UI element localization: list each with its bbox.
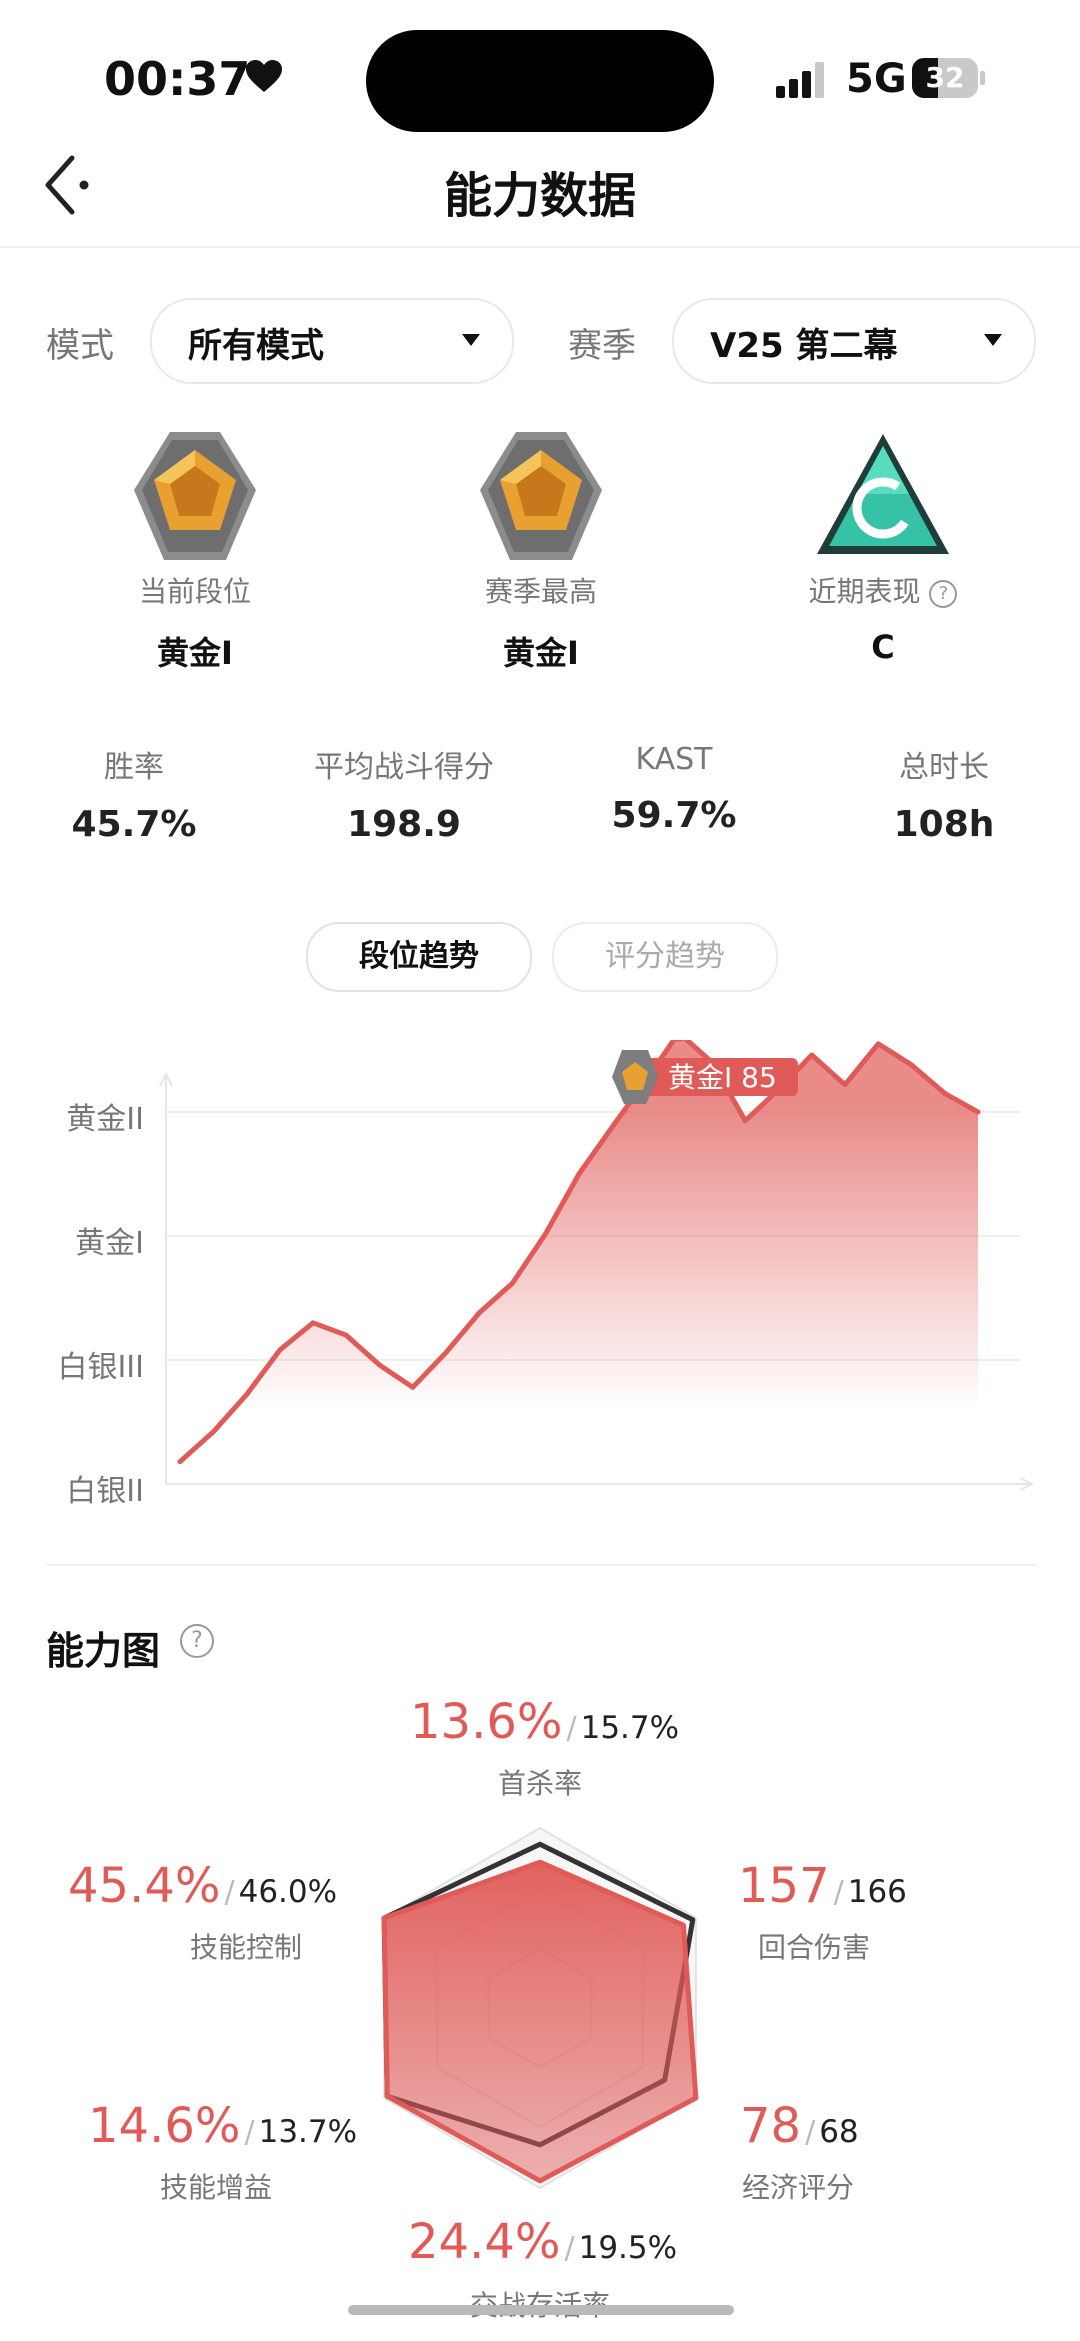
ability-radar-chart: [381, 1826, 699, 2190]
status-time: 00:37: [104, 52, 251, 106]
ability-utility-gain: 14.6%/13.7%: [88, 2098, 358, 2154]
stat-win-rate: 胜率 45.7%: [9, 742, 259, 845]
chevron-down-icon: [462, 334, 480, 346]
recent-performance[interactable]: 近期表现 ? C: [748, 428, 1018, 666]
ability-survival: 24.4%/19.5%: [408, 2214, 678, 2270]
season-value: V25 第二幕: [710, 326, 898, 366]
header-divider: [0, 246, 1080, 248]
ability-round-damage: 157/166: [738, 1858, 907, 1914]
ability-value: 13.6%: [410, 1694, 563, 1750]
ability-name: 首杀率: [498, 1767, 583, 1800]
chevron-down-icon: [984, 334, 1002, 346]
ability-name: 技能控制: [190, 1931, 303, 1964]
stat-label: 总时长: [899, 750, 989, 785]
season-label: 赛季: [568, 326, 636, 366]
peak-annotation: 黄金I 85: [612, 1050, 798, 1104]
ability-value: 24.4%: [408, 2214, 561, 2270]
radar-player-polygon: [381, 1859, 699, 2184]
season-high-rank[interactable]: 赛季最高 黄金I: [406, 428, 676, 674]
stat-value: 108h: [893, 804, 995, 845]
section-divider: [46, 1564, 1036, 1566]
help-icon[interactable]: ?: [180, 1624, 214, 1658]
stat-value: 45.7%: [71, 804, 197, 845]
gold-rank-icon: [480, 432, 602, 560]
performance-grade-icon: [817, 434, 949, 554]
stat-kast: KAST 59.7%: [549, 742, 799, 836]
stat-label: 平均战斗得分: [314, 750, 494, 785]
ability-value: 45.4%: [68, 1858, 221, 1914]
ability-average: 46.0%: [238, 1874, 338, 1910]
ability-value: 78: [740, 2098, 802, 2154]
ability-average: 68: [819, 2114, 859, 2150]
home-indicator[interactable]: [348, 2305, 734, 2315]
stat-label: 胜率: [104, 750, 164, 785]
heart-icon: [246, 60, 282, 92]
ability-value: 14.6%: [88, 2098, 241, 2154]
ability-name: 技能增益: [160, 2171, 273, 2204]
network-type: 5G: [846, 56, 907, 102]
rank-value: 黄金I: [157, 634, 233, 672]
ability-name: 交战存活率: [470, 2284, 610, 2324]
help-icon[interactable]: ?: [929, 580, 958, 608]
ability-value: 157: [738, 1858, 830, 1914]
page-title: 能力数据: [443, 168, 636, 224]
rank-value: C: [871, 628, 895, 666]
ability-average: 13.7%: [258, 2114, 358, 2150]
rank-label: 当前段位: [138, 575, 251, 608]
rank-trend-chart: 黄金I 85: [159, 1040, 1035, 1491]
rank-value: 黄金I: [503, 634, 579, 672]
tab-rank-trend[interactable]: 段位趋势: [306, 922, 532, 992]
stat-value: 59.7%: [611, 795, 737, 836]
battery-icon: 32: [912, 58, 986, 98]
stat-total-time: 总时长 108h: [819, 742, 1069, 845]
mode-select[interactable]: 所有模式: [150, 298, 514, 384]
trend-area: [180, 1040, 978, 1462]
current-rank[interactable]: 当前段位 黄金I: [60, 428, 330, 674]
stat-label: KAST: [635, 742, 713, 777]
dynamic-island: [366, 30, 714, 132]
gold-rank-icon: [134, 432, 256, 560]
ability-average: 19.5%: [578, 2230, 678, 2266]
rank-label: 近期表现: [808, 575, 921, 608]
ability-first-kill: 13.6%/15.7%: [410, 1694, 680, 1750]
ability-title: 能力图: [46, 1629, 161, 1673]
stat-avg-combat-score: 平均战斗得分 198.9: [279, 742, 529, 845]
ability-name: 经济评分: [742, 2171, 855, 2204]
rank-label: 赛季最高: [484, 575, 597, 608]
ability-average: 166: [847, 1874, 907, 1910]
tab-score-trend[interactable]: 评分趋势: [552, 922, 778, 992]
stat-value: 198.9: [347, 804, 461, 845]
season-select[interactable]: V25 第二幕: [672, 298, 1036, 384]
mode-value: 所有模式: [188, 326, 324, 366]
signal-icon: [776, 62, 824, 98]
peak-label: 黄金I 85: [668, 1061, 777, 1094]
ability-average: 15.7%: [580, 1710, 680, 1746]
battery-level: 32: [925, 61, 965, 94]
ability-name: 回合伤害: [758, 1931, 871, 1964]
ability-economy: 78/68: [740, 2098, 859, 2154]
mode-label: 模式: [46, 326, 114, 366]
ability-utility-control: 45.4%/46.0%: [68, 1858, 338, 1914]
